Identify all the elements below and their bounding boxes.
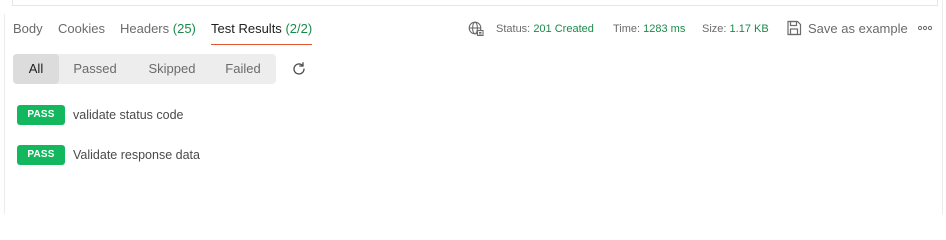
- test-name: validate status code: [73, 108, 184, 122]
- tab-cookies[interactable]: Cookies: [58, 14, 105, 46]
- previous-panel-edge: [0, 0, 946, 8]
- filter-failed-label: Failed: [225, 61, 261, 76]
- tab-headers-label: Headers: [120, 21, 170, 36]
- refresh-icon[interactable]: [291, 61, 307, 77]
- status-label: Status:: [496, 23, 531, 35]
- time-label: Time:: [613, 23, 641, 35]
- tab-headers-count: (25): [172, 21, 196, 36]
- tab-test-results[interactable]: Test Results (2/2): [211, 14, 313, 46]
- size-info: Size: 1.17 KB: [702, 14, 769, 44]
- test-name: Validate response data: [73, 148, 200, 162]
- save-as-example-button[interactable]: Save as example: [808, 14, 908, 44]
- tab-body-label: Body: [13, 21, 43, 36]
- pass-badge: PASS: [17, 145, 65, 165]
- tab-body[interactable]: Body: [13, 14, 43, 46]
- filter-passed[interactable]: Passed: [63, 54, 127, 84]
- filter-skipped[interactable]: Skipped: [139, 54, 205, 84]
- pass-badge: PASS: [17, 105, 65, 125]
- tab-test-results-count: (2/2): [285, 21, 313, 36]
- size-value[interactable]: 1.17 KB: [730, 23, 769, 35]
- filter-skipped-label: Skipped: [148, 61, 196, 76]
- test-filter-group: All Passed Skipped Failed: [13, 54, 276, 84]
- status-value[interactable]: 201 Created: [533, 23, 594, 35]
- status-info: Status: 201 Created: [496, 14, 594, 44]
- filter-all-label: All: [28, 61, 44, 76]
- tab-headers[interactable]: Headers (25): [120, 14, 196, 46]
- filter-passed-label: Passed: [73, 61, 117, 76]
- filter-failed[interactable]: Failed: [213, 54, 273, 84]
- save-as-example-label: Save as example: [808, 21, 908, 36]
- more-options-icon[interactable]: [918, 25, 932, 31]
- tab-cookies-label: Cookies: [58, 21, 105, 36]
- save-icon[interactable]: [786, 20, 802, 36]
- size-label: Size:: [702, 23, 727, 35]
- tab-test-results-label: Test Results: [211, 21, 282, 36]
- globe-icon[interactable]: [468, 21, 484, 37]
- filter-all[interactable]: All: [13, 54, 59, 84]
- time-value[interactable]: 1283 ms: [643, 23, 685, 35]
- time-info: Time: 1283 ms: [613, 14, 685, 44]
